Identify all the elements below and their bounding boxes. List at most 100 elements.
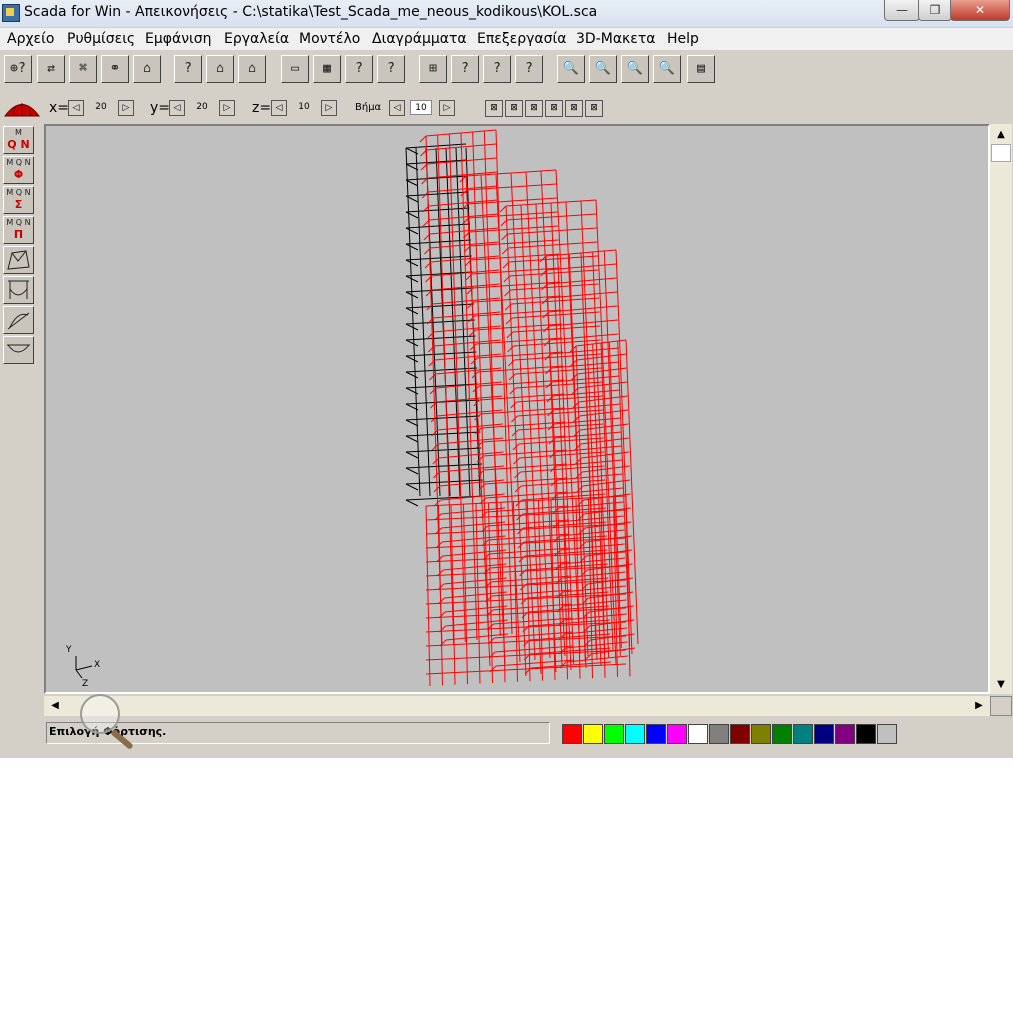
deformed-base-column — [475, 503, 481, 684]
vertical-scroll-thumb[interactable] — [991, 144, 1011, 162]
left-tool-mqn[interactable]: M Q N — [3, 126, 34, 154]
step-decrease-button[interactable]: ◁ — [389, 100, 405, 116]
deformed-beam — [469, 343, 477, 351]
left-tool-deflection-icon[interactable] — [3, 336, 34, 364]
deformed-column — [480, 174, 506, 665]
color-swatch-black[interactable] — [856, 724, 876, 744]
color-swatch-dark-green[interactable] — [772, 724, 792, 744]
menu-diagrams[interactable]: Διαγράμματα — [372, 31, 467, 47]
axis-z-label: Z — [82, 679, 88, 689]
y-decrease-button[interactable]: ◁ — [169, 100, 185, 116]
view-button-2[interactable]: ⊠ — [505, 100, 523, 117]
original-beam — [405, 435, 419, 443]
structure-wireframe: Y X Z — [65, 129, 639, 689]
color-swatch-red[interactable] — [562, 724, 582, 744]
menu-help[interactable]: Help — [667, 31, 699, 47]
zoom-in-icon[interactable]: 🔍 — [557, 55, 585, 83]
original-beam — [405, 463, 483, 469]
left-tool-phi-bottom: Φ — [13, 168, 24, 181]
main-toolbar: ⊕? ⇄ ⌘ ⚭ ⌂ ? ⌂ ⌂ ▭ ▦ ? ? ⊞ ? ? ? 🔍 🔍 🔍 🔍… — [0, 51, 1013, 89]
color-swatch-navy[interactable] — [814, 724, 834, 744]
tool-button-13[interactable]: ⊞ — [419, 55, 447, 83]
scroll-right-button[interactable]: ▶ — [970, 697, 988, 715]
color-swatch-silver[interactable] — [877, 724, 897, 744]
x-increase-button[interactable]: ▷ — [118, 100, 134, 116]
view-button-5[interactable]: ⊠ — [565, 100, 583, 117]
left-tool-mqn-phi[interactable]: M Q N Φ — [3, 156, 34, 184]
view-button-1[interactable]: ⊠ — [485, 100, 503, 117]
color-swatch-blue[interactable] — [646, 724, 666, 744]
zoom-window-icon[interactable]: 🔍 — [621, 55, 649, 83]
color-swatch-purple[interactable] — [835, 724, 855, 744]
z-decrease-button[interactable]: ◁ — [271, 100, 287, 116]
menu-edit[interactable]: Επεξεργασία — [477, 31, 566, 47]
color-swatch-cyan[interactable] — [625, 724, 645, 744]
menu-3d-model[interactable]: 3D-Μακετα — [576, 31, 656, 47]
deformed-beam — [427, 345, 435, 353]
vertical-scrollbar[interactable]: ▲ ▼ — [990, 124, 1012, 694]
menu-model[interactable]: Μοντέλο — [299, 31, 360, 47]
restore-button[interactable]: ❐ — [918, 0, 952, 21]
left-tool-shear-diagram-icon[interactable] — [3, 306, 34, 334]
x-label: x= — [49, 100, 70, 116]
color-swatch-gray[interactable] — [709, 724, 729, 744]
x-decrease-button[interactable]: ◁ — [68, 100, 84, 116]
color-swatch-olive[interactable] — [751, 724, 771, 744]
dome-icon[interactable] — [3, 99, 41, 117]
tool-button-3[interactable]: ⌘ — [69, 55, 97, 83]
deformed-column — [460, 132, 478, 641]
tool-button-9[interactable]: ▭ — [281, 55, 309, 83]
menu-tools[interactable]: Εργαλεία — [224, 31, 289, 47]
scroll-down-button[interactable]: ▼ — [992, 676, 1010, 694]
zoom-all-icon[interactable]: 🔍 — [653, 55, 681, 83]
color-swatch-magenta[interactable] — [667, 724, 687, 744]
tool-button-14[interactable]: ? — [451, 55, 479, 83]
menu-view[interactable]: Εμφάνιση — [145, 31, 212, 47]
step-value[interactable]: 10 — [410, 100, 432, 115]
menu-settings[interactable]: Ρυθμίσεις — [67, 31, 135, 47]
tool-button-12[interactable]: ? — [377, 55, 405, 83]
y-increase-button[interactable]: ▷ — [219, 100, 235, 116]
color-swatch-white[interactable] — [688, 724, 708, 744]
left-tool-mqn-sigma[interactable]: M Q N Σ — [3, 186, 34, 214]
color-swatch-green[interactable] — [604, 724, 624, 744]
original-beam — [405, 227, 419, 235]
tool-button-16[interactable]: ? — [515, 55, 543, 83]
view-button-4[interactable]: ⊠ — [545, 100, 563, 117]
tool-button-15[interactable]: ? — [483, 55, 511, 83]
tool-button-6[interactable]: ? — [174, 55, 202, 83]
horizontal-scrollbar[interactable]: ◀ ▶ — [44, 696, 990, 716]
color-swatch-maroon[interactable] — [730, 724, 750, 744]
minimize-button[interactable]: — — [884, 0, 920, 21]
view-button-6[interactable]: ⊠ — [585, 100, 603, 117]
step-increase-button[interactable]: ▷ — [439, 100, 455, 116]
color-swatch-yellow[interactable] — [583, 724, 603, 744]
close-button[interactable]: ✕ — [950, 0, 1010, 21]
z-increase-button[interactable]: ▷ — [321, 100, 337, 116]
left-tool-deformed-frame-icon[interactable] — [3, 246, 34, 274]
view-button-3[interactable]: ⊠ — [525, 100, 543, 117]
tool-button-10[interactable]: ▦ — [313, 55, 341, 83]
scroll-left-button[interactable]: ◀ — [46, 697, 64, 715]
original-beam — [405, 355, 419, 363]
left-tool-mqn-pi[interactable]: M Q N Π — [3, 216, 34, 244]
menu-file[interactable]: Αρχείο — [7, 31, 54, 47]
color-swatch-teal[interactable] — [793, 724, 813, 744]
z-value: 10 — [298, 102, 310, 112]
left-tool-moment-diagram-icon[interactable] — [3, 276, 34, 304]
original-beam — [405, 239, 471, 245]
tool-button-4[interactable]: ⚭ — [101, 55, 129, 83]
original-beam — [405, 211, 419, 219]
tool-button-1[interactable]: ⊕? — [4, 55, 32, 83]
tool-button-2[interactable]: ⇄ — [37, 55, 65, 83]
zoom-out-icon[interactable]: 🔍 — [589, 55, 617, 83]
original-beam — [405, 319, 475, 325]
tool-button-5[interactable]: ⌂ — [133, 55, 161, 83]
scroll-up-button[interactable]: ▲ — [992, 126, 1010, 144]
print-icon[interactable]: ▤ — [687, 55, 715, 83]
tool-button-7[interactable]: ⌂ — [206, 55, 234, 83]
deformed-base-column — [425, 505, 431, 687]
tool-button-8[interactable]: ⌂ — [238, 55, 266, 83]
model-canvas[interactable]: Y X Z — [44, 124, 990, 694]
tool-button-11[interactable]: ? — [345, 55, 373, 83]
